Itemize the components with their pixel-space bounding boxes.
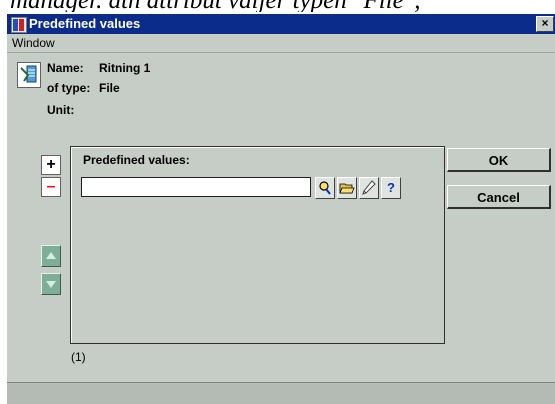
- browse-button[interactable]: [315, 177, 335, 199]
- pencil-icon: [362, 180, 376, 195]
- folder-open-icon: [339, 183, 355, 194]
- status-bar: [7, 382, 555, 404]
- background-document-text: manager. ath attribut väljer typen "File…: [0, 0, 555, 12]
- cancel-button[interactable]: Cancel: [447, 185, 551, 209]
- app-logo-icon: [11, 17, 27, 33]
- open-folder-button[interactable]: [337, 177, 357, 199]
- item-count: (1): [71, 350, 86, 364]
- ok-button[interactable]: OK: [447, 148, 551, 172]
- move-up-button[interactable]: [41, 245, 61, 267]
- unit-label: Unit:: [47, 103, 75, 117]
- type-value: File: [99, 81, 120, 95]
- magnifier-icon: [319, 181, 331, 195]
- predefined-values-panel: Predefined values: ?: [70, 146, 445, 344]
- add-value-button[interactable]: +: [41, 155, 61, 175]
- edit-button[interactable]: [359, 177, 379, 199]
- menu-bar: Window: [7, 34, 555, 53]
- name-label: Name:: [47, 61, 84, 75]
- name-value: Ritning 1: [99, 61, 151, 75]
- attribute-type-icon: [17, 62, 41, 88]
- move-down-button[interactable]: [41, 273, 61, 295]
- menu-item-window[interactable]: Window: [12, 36, 55, 50]
- arrow-down-icon: [46, 281, 56, 288]
- value-input[interactable]: [81, 177, 311, 197]
- close-button[interactable]: ×: [536, 16, 554, 32]
- remove-value-button[interactable]: –: [41, 177, 61, 197]
- help-button[interactable]: ?: [381, 177, 401, 199]
- type-label: of type:: [47, 81, 91, 95]
- arrow-up-icon: [46, 252, 56, 259]
- panel-title: Predefined values:: [83, 153, 190, 167]
- question-mark-icon: ?: [387, 180, 395, 195]
- predefined-values-dialog: Predefined values × Window Name: Ritning…: [6, 14, 555, 404]
- title-bar[interactable]: Predefined values ×: [7, 14, 555, 34]
- window-title: Predefined values: [29, 16, 141, 31]
